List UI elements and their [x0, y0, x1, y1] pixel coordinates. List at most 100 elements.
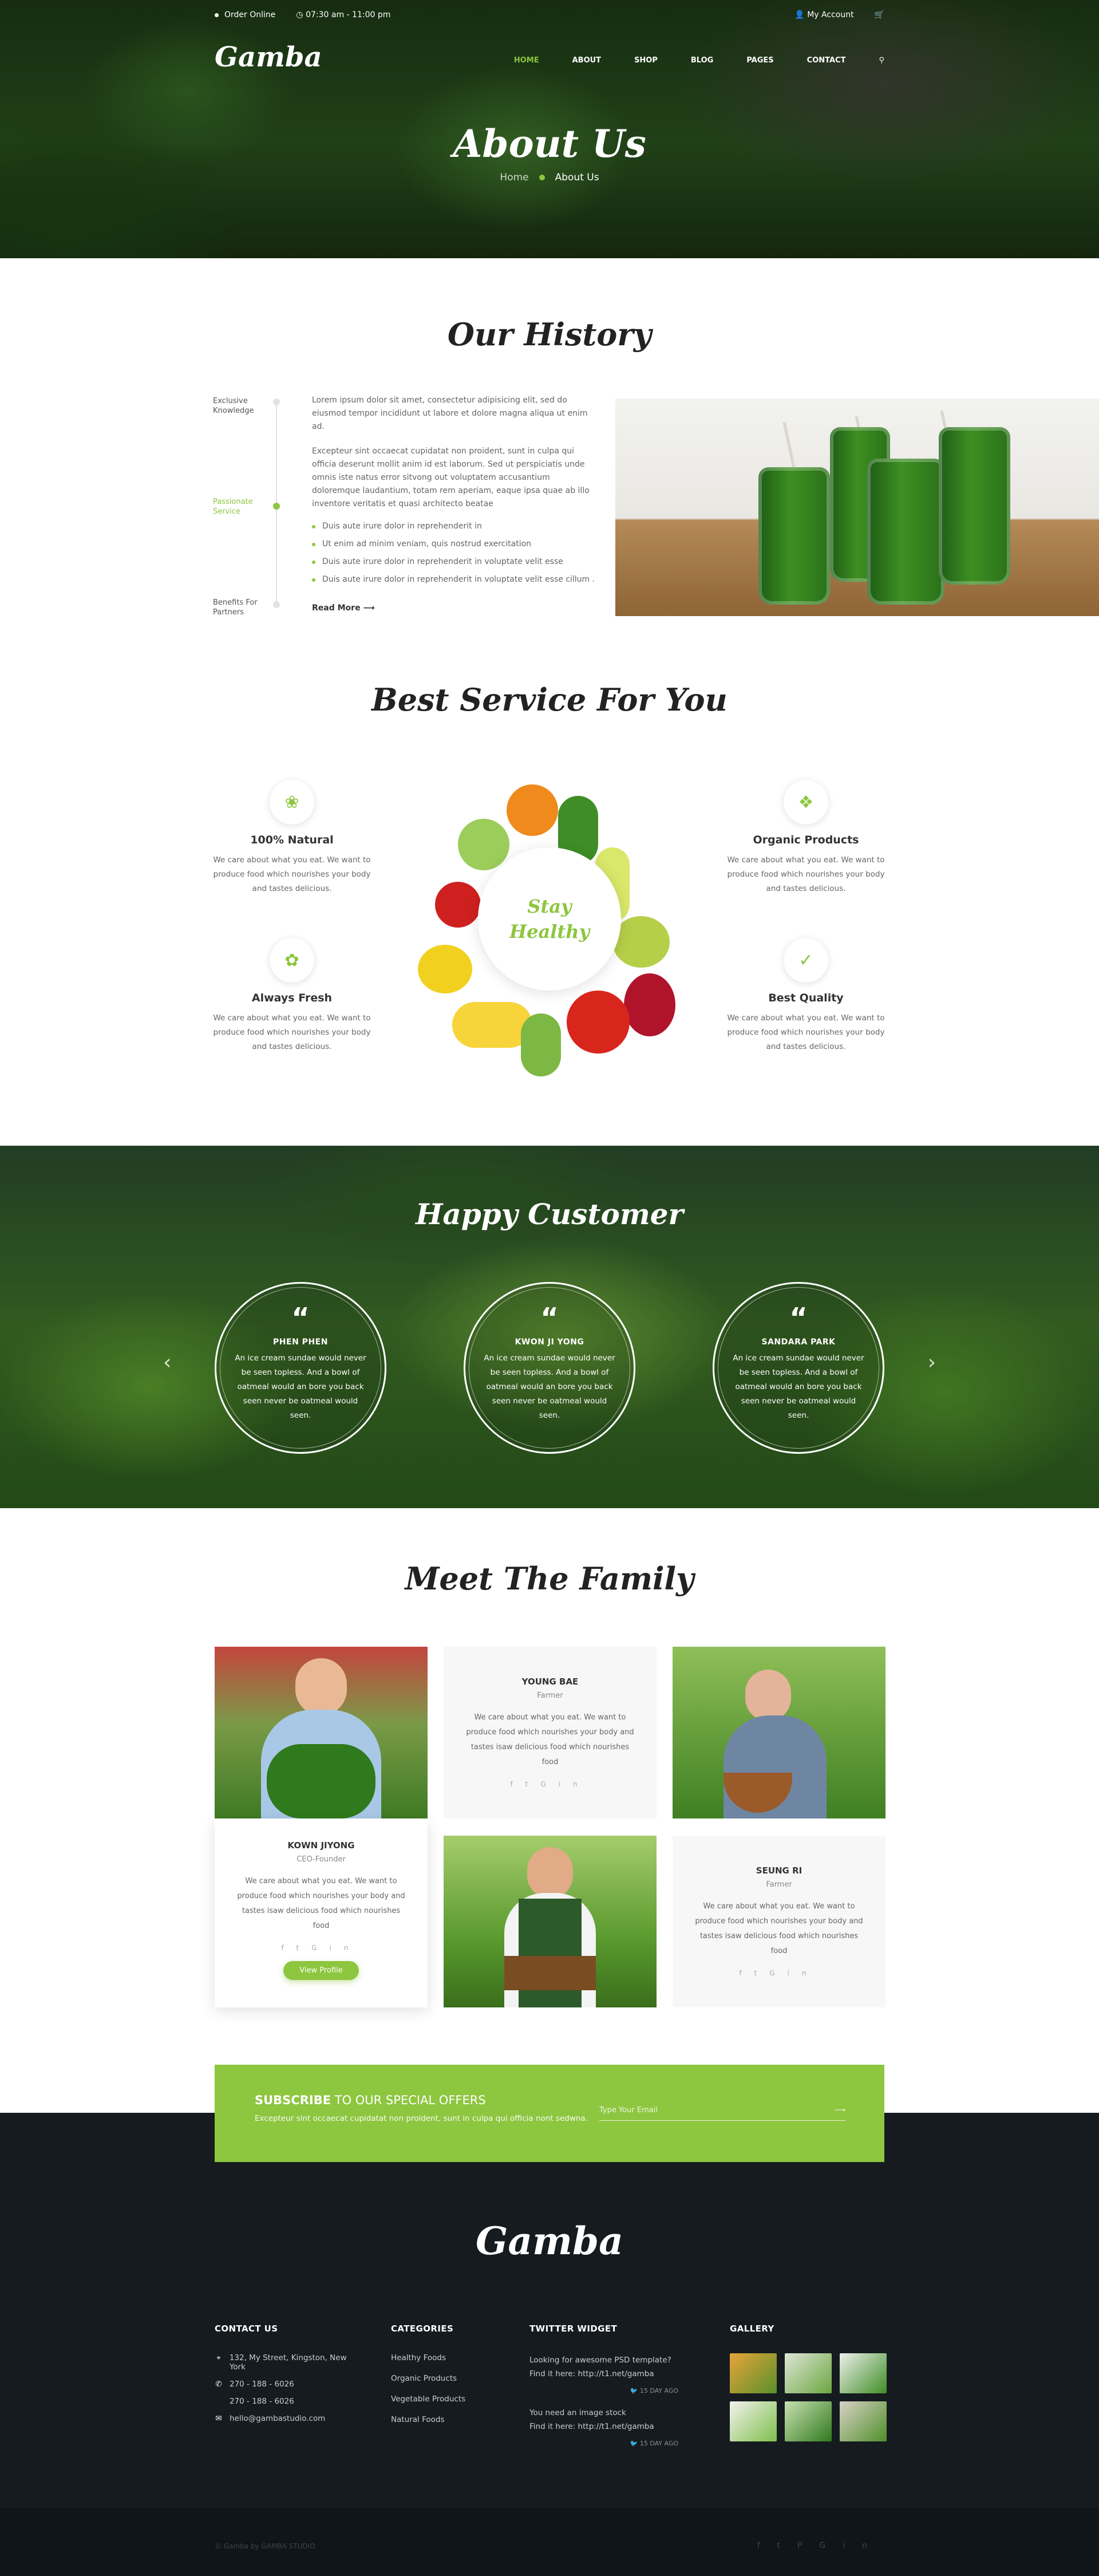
list-item: Duis aute irure dolor in reprehenderit i… — [312, 573, 598, 586]
member-bio: We care about what you eat. We want to p… — [695, 1902, 863, 1955]
view-profile-button[interactable]: View Profile — [283, 1961, 359, 1980]
twitter-icon[interactable]: t — [525, 1780, 541, 1788]
mail-icon: ✉ — [215, 2414, 222, 2423]
history-paragraph-1: Lorem ipsum dolor sit amet, consectetur … — [312, 396, 588, 431]
gallery-grid — [730, 2353, 887, 2441]
facebook-icon[interactable]: f — [740, 1969, 754, 1977]
category-link[interactable]: Natural Foods — [391, 2415, 505, 2424]
googleplus-icon[interactable]: G — [769, 1969, 787, 1977]
member-role: CEO-Founder — [297, 1855, 346, 1864]
linkedin-icon[interactable]: in — [330, 1944, 361, 1952]
linkedin-icon[interactable]: in — [843, 2541, 884, 2550]
service-text: We care about what you eat. We want to p… — [213, 1013, 371, 1051]
gallery-thumb[interactable] — [840, 2401, 887, 2441]
googleplus-icon[interactable]: G — [311, 1944, 329, 1952]
quality-badge-icon: ✓ — [784, 938, 828, 983]
twitter-icon[interactable]: t — [754, 1969, 770, 1977]
testimonial-card: “ PHEN PHEN An ice cream sundae would ne… — [215, 1282, 386, 1454]
timeline-dot-active — [273, 503, 280, 510]
nav-blog[interactable]: BLOG — [691, 56, 713, 65]
next-arrow-icon[interactable]: › — [928, 1351, 936, 1374]
member-photo-farmer — [444, 1836, 657, 2007]
tweet-link[interactable]: Find it here: http://t1.net/gamba — [529, 2420, 678, 2433]
footer-logo[interactable]: Gamba — [0, 2219, 1099, 2263]
email-field[interactable]: Type Your Email ⟶ — [599, 2106, 845, 2121]
breadcrumb-separator-icon — [539, 175, 545, 180]
member-socials: ftGin — [673, 1969, 885, 1977]
breadcrumb-home[interactable]: Home — [500, 172, 528, 183]
tweet: You need an image stock Find it here: ht… — [529, 2406, 678, 2451]
read-more-link[interactable]: Read More ⟶ — [312, 603, 375, 613]
service-text: We care about what you eat. We want to p… — [727, 1013, 885, 1051]
member-name: YOUNG BAE — [521, 1676, 579, 1687]
dot-icon — [215, 13, 219, 17]
twitter-icon[interactable]: t — [777, 2541, 797, 2550]
timeline-item-exclusive[interactable]: Exclusive Knowledge — [213, 396, 254, 416]
testimonial-name: KWON JI YONG — [515, 1338, 584, 1347]
member-card-kown-jiyong: KOWN JIYONG CEO-Founder We care about wh… — [215, 1818, 428, 2007]
testimonial-text: An ice cream sundae would never be seen … — [235, 1354, 366, 1420]
gallery-thumb[interactable] — [730, 2353, 777, 2393]
nav-about[interactable]: ABOUT — [572, 56, 601, 65]
gallery-thumb[interactable] — [730, 2401, 777, 2441]
search-icon[interactable]: ⚲ — [879, 56, 884, 65]
gallery-thumb[interactable] — [785, 2353, 832, 2393]
linkedin-icon[interactable]: in — [788, 1969, 819, 1977]
testimonial-card: “ SANDARA PARK An ice cream sundae would… — [713, 1282, 884, 1454]
facebook-icon[interactable]: f — [282, 1944, 297, 1952]
top-bar: Order Online ◷ 07:30 am - 11:00 pm 👤 My … — [215, 10, 884, 22]
history-text: Lorem ipsum dolor sit amet, consectetur … — [312, 394, 598, 591]
site-logo[interactable]: Gamba — [215, 41, 322, 73]
order-online-link[interactable]: Order Online — [215, 10, 275, 19]
timeline-item-benefits[interactable]: Benefits For Partners — [213, 598, 259, 617]
category-link[interactable]: Healthy Foods — [391, 2353, 505, 2362]
juice-jar — [939, 427, 1010, 585]
twitter-icon[interactable]: t — [297, 1944, 312, 1952]
footer-twitter: TWITTER WIDGET Looking for awesome PSD t… — [529, 2323, 678, 2459]
facebook-icon[interactable]: f — [511, 1780, 525, 1788]
footer-heading: GALLERY — [730, 2323, 774, 2334]
subscribe-box: SUBSCRIBE TO OUR SPECIAL OFFERS Excepteu… — [215, 2065, 884, 2162]
service-text: We care about what you eat. We want to p… — [213, 855, 371, 893]
facebook-icon[interactable]: f — [757, 2541, 777, 2550]
orange-shape — [507, 784, 558, 836]
gallery-thumb[interactable] — [785, 2401, 832, 2441]
category-link[interactable]: Organic Products — [391, 2374, 505, 2383]
service-fresh: ✿ Always Fresh We care about what you ea… — [206, 938, 378, 1054]
member-card-young-bae: YOUNG BAE Farmer We care about what you … — [444, 1647, 657, 1818]
twitter-icon: 🐦 — [630, 2440, 640, 2447]
service-heading: Always Fresh — [251, 992, 333, 1004]
list-item: Duis aute irure dolor in reprehenderit i… — [312, 555, 598, 569]
service-organic: ❖ Organic Products We care about what yo… — [720, 780, 892, 896]
nav-home[interactable]: HOME — [514, 56, 539, 65]
nav-pages[interactable]: PAGES — [746, 56, 773, 65]
banana-shape — [452, 1002, 532, 1048]
prev-arrow-icon[interactable]: ‹ — [163, 1351, 171, 1374]
member-name: KOWN JIYONG — [287, 1840, 355, 1851]
member-socials: ftGin — [215, 1944, 428, 1952]
linkedin-icon[interactable]: in — [559, 1780, 590, 1788]
google-icon[interactable]: G — [819, 2541, 843, 2550]
tweet-link[interactable]: Find it here: http://t1.net/gamba — [529, 2367, 678, 2381]
timeline-dot — [273, 601, 280, 608]
service-natural: ❀ 100% Natural We care about what you ea… — [206, 780, 378, 896]
nav-shop[interactable]: SHOP — [634, 56, 658, 65]
subscribe-arrow-icon[interactable]: ⟶ — [835, 2106, 845, 2115]
cart-icon[interactable]: 🛒 — [875, 10, 884, 19]
testimonial-text: An ice cream sundae would never be seen … — [733, 1354, 864, 1420]
nav-contact[interactable]: CONTACT — [807, 56, 846, 65]
timeline-item-passionate[interactable]: Passionate Service — [213, 497, 259, 516]
gallery-thumb[interactable] — [840, 2353, 887, 2393]
phone-icon: ✆ — [215, 2380, 222, 2389]
apple-shape — [458, 819, 509, 870]
plant-shape — [267, 1744, 375, 1818]
service-heading: Organic Products — [753, 834, 859, 846]
pinterest-icon[interactable]: P — [797, 2541, 819, 2550]
footer-categories: CATEGORIES Healthy Foods Organic Product… — [391, 2323, 505, 2436]
grapes-shape — [612, 916, 670, 968]
email-row[interactable]: ✉ hello@gambastudio.com — [215, 2414, 363, 2423]
googleplus-icon[interactable]: G — [540, 1780, 558, 1788]
category-link[interactable]: Vegetable Products — [391, 2394, 505, 2404]
my-account-link[interactable]: 👤 My Account — [794, 10, 853, 19]
footer-contact: CONTACT US ⌖ 132, My Street, Kingston, Ne… — [215, 2323, 363, 2431]
